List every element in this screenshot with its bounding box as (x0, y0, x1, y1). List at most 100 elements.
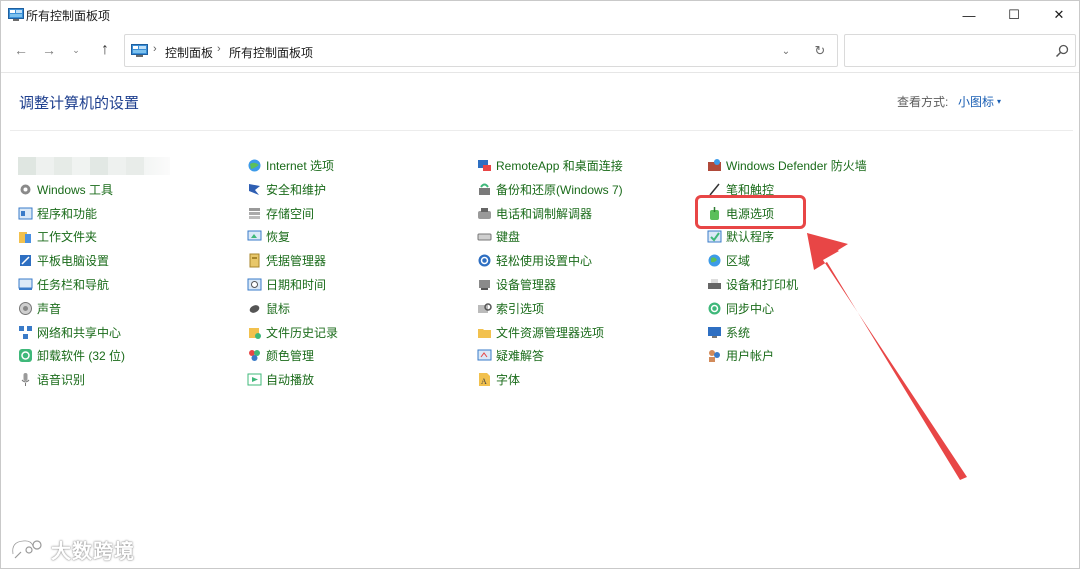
refresh-button[interactable]: ↻ (810, 41, 830, 61)
up-button[interactable]: ↑ (94, 39, 116, 61)
item-keyboard[interactable]: 键盘 (477, 226, 520, 246)
item-autoplay[interactable]: 自动播放 (247, 369, 314, 389)
item-users[interactable]: 用户帐户 (707, 345, 774, 365)
item-label: 文件资源管理器选项 (496, 325, 605, 340)
item-credential[interactable]: 凭据管理器 (247, 250, 326, 270)
close-icon: ✕ (1053, 7, 1065, 22)
page-title: 调整计算机的设置 (19, 95, 140, 112)
autoplay-icon (247, 372, 262, 387)
item-tablet[interactable]: 平板电脑设置 (18, 250, 109, 270)
refresh-icon: ↻ (814, 43, 826, 58)
credential-icon (247, 253, 262, 268)
item-file-history[interactable]: 文件历史记录 (247, 322, 338, 342)
item-backup[interactable]: 备份和还原(Windows 7) (477, 179, 623, 199)
item-accessibility[interactable]: 轻松使用设置中心 (477, 250, 592, 270)
item-printer[interactable]: 设备和打印机 (707, 274, 798, 294)
folder-icon (18, 229, 33, 244)
item-gear[interactable]: Windows 工具 (18, 179, 113, 199)
item-mouse[interactable]: 鼠标 (247, 298, 290, 318)
item-troubleshoot[interactable]: 疑难解答 (477, 345, 544, 365)
item-label: 声音 (37, 301, 62, 316)
item-label: 网络和共享中心 (37, 325, 122, 340)
item-label: Windows Defender 防火墙 (726, 158, 867, 173)
item-label: Windows 工具 (37, 182, 114, 197)
watermark-text: 大数跨境 (51, 540, 135, 563)
title-bar: 所有控制面板项 — ☐ ✕ (1, 1, 1079, 29)
arrow-up-icon: ↑ (101, 41, 109, 58)
uninstall-icon (18, 348, 33, 363)
control-panel-icon (8, 8, 24, 21)
firewall-icon (707, 158, 722, 173)
keyboard-icon (477, 229, 492, 244)
item-font[interactable]: A 字体 (477, 369, 520, 389)
item-label: 卸载软件 (32 位) (37, 348, 126, 363)
blurred-item[interactable] (18, 157, 170, 175)
item-recovery[interactable]: 恢复 (247, 226, 290, 246)
item-flag[interactable]: 安全和维护 (247, 179, 326, 199)
window-title: 所有控制面板项 (26, 9, 111, 23)
view-by-label: 查看方式: (897, 95, 949, 109)
item-remote[interactable]: RemoteApp 和桌面连接 (477, 155, 623, 175)
item-speaker[interactable]: 声音 (18, 298, 61, 318)
tablet-icon (18, 253, 33, 268)
watermark: 大数跨境 (9, 533, 149, 565)
search-input[interactable] (844, 34, 1076, 67)
item-folder[interactable]: 工作文件夹 (18, 226, 97, 246)
maximize-icon: ☐ (1008, 7, 1020, 22)
chevron-down-icon: ⌄ (72, 44, 80, 55)
index-icon (477, 301, 492, 316)
minimize-button[interactable]: — (946, 1, 992, 29)
sync-icon (707, 301, 722, 316)
item-firewall[interactable]: Windows Defender 防火墙 (707, 155, 867, 175)
maximize-button[interactable]: ☐ (991, 1, 1037, 29)
item-label: 设备管理器 (496, 277, 557, 292)
item-label: 日期和时间 (266, 277, 327, 292)
item-folder-options[interactable]: 文件资源管理器选项 (477, 322, 604, 342)
flag-icon (247, 182, 262, 197)
item-clock[interactable]: 日期和时间 (247, 274, 326, 294)
item-globe[interactable]: Internet 选项 (247, 155, 334, 175)
item-label: Internet 选项 (266, 158, 335, 173)
chevron-down-icon: ⌄ (781, 45, 791, 57)
item-sync[interactable]: 同步中心 (707, 298, 774, 318)
item-label: 鼠标 (266, 301, 291, 316)
item-label: 凭据管理器 (266, 253, 327, 268)
back-button[interactable]: ← (10, 39, 32, 61)
item-label: 电话和调制解调器 (496, 206, 593, 221)
forward-button[interactable]: → (38, 39, 60, 61)
watermark-logo-icon (11, 539, 42, 559)
storage-icon (247, 206, 262, 221)
item-phone[interactable]: 电话和调制解调器 (477, 203, 592, 223)
item-device-manager[interactable]: 设备管理器 (477, 274, 556, 294)
item-label: 备份和还原(Windows 7) (496, 182, 623, 197)
item-label: 字体 (496, 372, 521, 387)
item-storage[interactable]: 存储空间 (247, 203, 314, 223)
breadcrumb-control-panel[interactable]: 控制面板 (165, 44, 213, 61)
item-color[interactable]: 颜色管理 (247, 345, 314, 365)
item-default-programs[interactable]: 默认程序 (707, 226, 774, 246)
item-microphone[interactable]: 语音识别 (18, 369, 85, 389)
caret-down-icon: ▾ (997, 97, 1002, 106)
header-divider (10, 130, 1073, 131)
item-uninstall[interactable]: 卸载软件 (32 位) (18, 345, 125, 365)
close-button[interactable]: ✕ (1036, 1, 1080, 29)
recent-locations-button[interactable]: ⌄ (65, 39, 87, 61)
item-system[interactable]: 系统 (707, 322, 750, 342)
programs-icon (18, 206, 33, 221)
item-region[interactable]: 区域 (707, 250, 750, 270)
address-bar[interactable]: › 控制面板 › 所有控制面板项 ⌄ ↻ (124, 34, 838, 67)
item-network[interactable]: 网络和共享中心 (18, 322, 121, 342)
item-taskbar[interactable]: 任务栏和导航 (18, 274, 109, 294)
breadcrumb-separator: › (153, 43, 157, 55)
font-icon: A (477, 372, 492, 387)
item-label: 键盘 (496, 229, 521, 244)
item-label: 平板电脑设置 (37, 253, 110, 268)
item-label: 安全和维护 (266, 182, 327, 197)
item-label: 文件历史记录 (266, 325, 339, 340)
breadcrumb-all-items[interactable]: 所有控制面板项 (229, 44, 313, 61)
item-programs[interactable]: 程序和功能 (18, 203, 97, 223)
item-index[interactable]: 索引选项 (477, 298, 544, 318)
phone-icon (477, 206, 492, 221)
view-mode-dropdown[interactable]: 小图标 ▾ (958, 93, 1001, 110)
address-dropdown-button[interactable]: ⌄ (777, 42, 795, 60)
